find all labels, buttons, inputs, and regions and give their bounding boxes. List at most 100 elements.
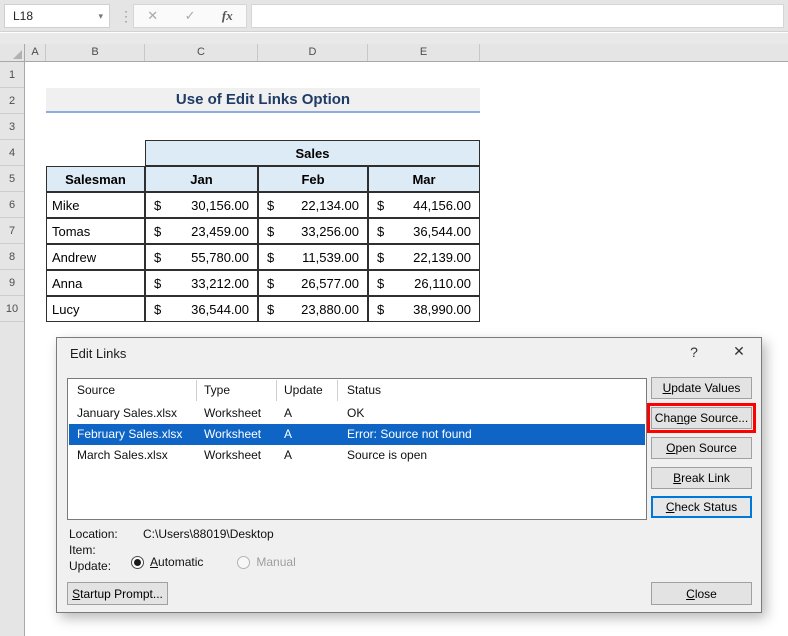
- radio-manual[interactable]: [237, 556, 250, 569]
- currency-symbol: $: [267, 250, 274, 265]
- link-source: January Sales.xlsx: [77, 403, 177, 424]
- cell-value[interactable]: $55,780.00: [145, 244, 258, 270]
- currency-symbol: $: [154, 224, 161, 239]
- currency-symbol: $: [377, 302, 384, 317]
- column-header-b[interactable]: B: [46, 44, 145, 61]
- cell-value[interactable]: $30,156.00: [145, 192, 258, 218]
- table-col-header-jan: Jan: [145, 166, 258, 192]
- formula-bar-buttons: ✕ ✓ fx: [133, 4, 247, 28]
- label-accel: B: [673, 471, 681, 485]
- cell-value[interactable]: $36,544.00: [145, 296, 258, 322]
- dialog-title: Edit Links: [70, 346, 126, 361]
- link-update: A: [284, 445, 292, 466]
- update-values-button[interactable]: Update Values: [651, 377, 752, 399]
- chrome-spacer: [0, 33, 788, 44]
- name-box-dropdown-icon[interactable]: ▾: [98, 11, 109, 22]
- amount: 26,577.00: [301, 276, 359, 291]
- list-item-march[interactable]: March Sales.xlsx Worksheet A Source is o…: [69, 445, 645, 466]
- cell-value[interactable]: $23,459.00: [145, 218, 258, 244]
- name-box[interactable]: L18 ▾: [4, 4, 110, 28]
- amount: 55,780.00: [191, 250, 249, 265]
- currency-symbol: $: [267, 224, 274, 239]
- cell-salesman[interactable]: Andrew: [46, 244, 145, 270]
- currency-symbol: $: [154, 198, 161, 213]
- confirm-icon[interactable]: ✓: [185, 8, 196, 24]
- cell-value[interactable]: $44,156.00: [368, 192, 480, 218]
- cell-salesman[interactable]: Mike: [46, 192, 145, 218]
- cell-value[interactable]: $22,139.00: [368, 244, 480, 270]
- amount: 33,212.00: [191, 276, 249, 291]
- currency-symbol: $: [154, 250, 161, 265]
- update-label: Update:: [69, 559, 111, 573]
- select-all-corner[interactable]: [0, 44, 25, 61]
- close-icon[interactable]: ✕: [727, 343, 751, 361]
- row-header-4[interactable]: 4: [0, 140, 24, 166]
- label-part: Cha: [655, 411, 677, 425]
- row-header-9[interactable]: 9: [0, 270, 24, 296]
- label-accel: n: [677, 411, 684, 425]
- cell-salesman[interactable]: Lucy: [46, 296, 145, 322]
- table-col-header-feb: Feb: [258, 166, 368, 192]
- column-header-a[interactable]: A: [25, 44, 46, 61]
- row-header-8[interactable]: 8: [0, 244, 24, 270]
- row-header-7[interactable]: 7: [0, 218, 24, 244]
- cell-salesman[interactable]: Anna: [46, 270, 145, 296]
- formula-input[interactable]: [251, 4, 784, 28]
- label-part: heck Status: [674, 500, 737, 514]
- cancel-icon[interactable]: ✕: [147, 8, 158, 24]
- list-item-february-selected[interactable]: February Sales.xlsx Worksheet A Error: S…: [69, 424, 645, 445]
- list-header-status: Status: [347, 380, 381, 401]
- links-list[interactable]: Source Type Update Status January Sales.…: [67, 378, 647, 520]
- name-box-value: L18: [5, 9, 98, 23]
- column-header-d[interactable]: D: [258, 44, 368, 61]
- amount: 36,544.00: [413, 224, 471, 239]
- location-label: Location:: [69, 527, 118, 541]
- open-source-button[interactable]: Open Source: [651, 437, 752, 459]
- row-header-5[interactable]: 5: [0, 166, 24, 192]
- cell-value[interactable]: $26,110.00: [368, 270, 480, 296]
- column-headers: A B C D E: [0, 44, 788, 62]
- check-status-button[interactable]: Check Status: [651, 496, 752, 518]
- radio-automatic-label: Automatic: [150, 555, 203, 569]
- column-header-c[interactable]: C: [145, 44, 258, 61]
- cell-value[interactable]: $33,212.00: [145, 270, 258, 296]
- label-accel: C: [666, 500, 675, 514]
- close-button[interactable]: Close: [651, 582, 752, 605]
- amount: 33,256.00: [301, 224, 359, 239]
- list-item-january[interactable]: January Sales.xlsx Worksheet A OK: [69, 403, 645, 424]
- column-header-e[interactable]: E: [368, 44, 480, 61]
- row-header-1[interactable]: 1: [0, 62, 24, 88]
- select-all-triangle-icon: [13, 50, 22, 59]
- link-status: Source is open: [347, 445, 427, 466]
- insert-function-icon[interactable]: fx: [222, 8, 233, 24]
- radio-automatic[interactable]: [131, 556, 144, 569]
- item-row: Item:: [69, 543, 96, 557]
- cell-value[interactable]: $36,544.00: [368, 218, 480, 244]
- row-header-2[interactable]: 2: [0, 88, 24, 114]
- cell-salesman[interactable]: Tomas: [46, 218, 145, 244]
- currency-symbol: $: [377, 198, 384, 213]
- row-header-10[interactable]: 10: [0, 296, 24, 322]
- help-icon[interactable]: ?: [683, 344, 705, 362]
- startup-prompt-button[interactable]: Startup Prompt...: [67, 582, 168, 605]
- cell-value[interactable]: $22,134.00: [258, 192, 368, 218]
- cell-value[interactable]: $26,577.00: [258, 270, 368, 296]
- row-header-3[interactable]: 3: [0, 114, 24, 140]
- row-header-6[interactable]: 6: [0, 192, 24, 218]
- currency-symbol: $: [267, 302, 274, 317]
- label-part: ge Source...: [683, 411, 748, 425]
- link-type: Worksheet: [204, 424, 261, 445]
- cell-value[interactable]: $23,880.00: [258, 296, 368, 322]
- label-part: tartup Prompt...: [80, 587, 163, 601]
- change-source-button[interactable]: Change Source...: [651, 407, 752, 429]
- cell-value[interactable]: $38,990.00: [368, 296, 480, 322]
- radio-manual-label: Manual: [256, 555, 295, 569]
- cell-value[interactable]: $33,256.00: [258, 218, 368, 244]
- amount: 11,539.00: [302, 250, 359, 265]
- amount: 22,134.00: [301, 198, 359, 213]
- link-type: Worksheet: [204, 445, 261, 466]
- label-accel: U: [663, 381, 672, 395]
- label-part: utomatic: [158, 555, 203, 569]
- cell-value[interactable]: $11,539.00: [258, 244, 368, 270]
- break-link-button[interactable]: Break Link: [651, 467, 752, 489]
